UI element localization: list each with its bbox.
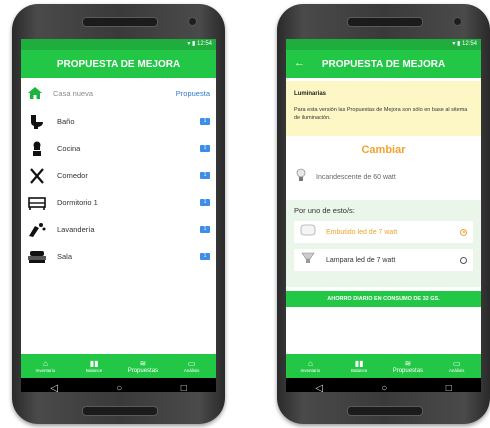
toilet-icon <box>27 114 47 130</box>
bulb-icon <box>296 168 306 187</box>
nav-label: Inventario <box>300 367 321 373</box>
speaker-grille <box>347 406 423 416</box>
count-badge: 1 <box>200 145 210 152</box>
room-name: Comedor <box>57 171 88 180</box>
info-notice: Luminarias Para esta versión las Propues… <box>286 81 481 136</box>
room-item[interactable]: Lavandería 1 <box>21 216 216 243</box>
system-nav-bar: ◁ ○ □ <box>21 378 216 392</box>
nav-propuestas[interactable]: ≋ Propuestas <box>384 354 433 378</box>
nav-label: Propuestas <box>127 367 159 374</box>
room-item[interactable]: Comedor 1 <box>21 162 216 189</box>
option-label: Embutido led de 7 watt <box>326 228 398 236</box>
status-time: 12:54 <box>196 41 212 47</box>
laundry-icon <box>27 222 47 238</box>
room-name: Baño <box>57 117 75 126</box>
radio-unselected[interactable] <box>460 256 467 264</box>
page-title: PROPUESTA DE MEJORA <box>321 58 446 70</box>
room-name: Lavandería <box>57 225 95 234</box>
notice-title: Luminarias <box>294 91 327 97</box>
speaker-grille <box>82 406 158 416</box>
count-badge: 1 <box>200 253 210 260</box>
home-icon: ⌂ <box>307 358 313 368</box>
nav-analisis[interactable]: ▭ Análisis <box>167 354 216 378</box>
count-badge: 1 <box>200 118 210 125</box>
nav-balance[interactable]: ▮▮ Balance <box>335 354 384 378</box>
room-item[interactable]: Baño 1 <box>21 108 216 135</box>
room-name: Cocina <box>57 144 81 153</box>
propuesta-link[interactable]: Propuesta <box>176 89 210 98</box>
layers-icon: ≋ <box>404 358 412 368</box>
replacement-title: Por uno de esto/s: <box>294 206 355 215</box>
screen-left: ▾ ▮ 12:54 PROPUESTA DE MEJORA Casa nueva… <box>21 39 216 392</box>
house-row[interactable]: Casa nueva Propuesta <box>21 78 216 108</box>
current-item: Incandescente de 60 watt <box>286 162 481 192</box>
home-nav-icon[interactable]: ○ <box>381 383 387 393</box>
led-bulb-icon <box>300 251 316 270</box>
count-badge: 1 <box>200 199 210 206</box>
nav-label: Propuestas <box>392 367 424 374</box>
room-name: Sala <box>57 252 73 261</box>
status-bar: ▾ ▮ 12:54 <box>21 39 216 50</box>
home-nav-icon[interactable]: ○ <box>116 383 122 393</box>
chef-icon <box>27 141 47 157</box>
bar-chart-icon: ▮▮ <box>354 358 364 368</box>
app-bar: PROPUESTA DE MEJORA <box>21 50 216 78</box>
change-heading: Cambiar <box>361 144 406 156</box>
app-bar: ← PROPUESTA DE MEJORA <box>286 50 481 78</box>
system-nav-bar: ◁ ○ □ <box>286 378 481 392</box>
room-item[interactable]: Cocina 1 <box>21 135 216 162</box>
nav-label: Análisis <box>448 367 465 373</box>
page-title: PROPUESTA DE MEJORA <box>56 58 181 70</box>
recessed-light-icon <box>300 223 316 241</box>
current-item-label: Incandescente de 60 watt <box>316 173 396 181</box>
nav-label: Inventario <box>35 367 56 373</box>
replacement-box: Por uno de esto/s: Embutido led de 7 wat… <box>286 200 481 287</box>
room-item[interactable]: Sala 1 <box>21 243 216 270</box>
speaker-grille <box>347 17 423 27</box>
option-row[interactable]: Embutido led de 7 watt <box>294 221 473 243</box>
nav-inventario[interactable]: ⌂ Inventario <box>286 354 335 378</box>
count-badge: 1 <box>200 226 210 233</box>
front-camera <box>188 17 197 26</box>
screen-right: ▾ ▮ 12:54 ← PROPUESTA DE MEJORA Luminari… <box>286 39 481 392</box>
speaker-grille <box>82 17 158 27</box>
back-nav-icon[interactable]: ◁ <box>315 383 323 393</box>
nav-label: Balance <box>350 367 368 373</box>
clipboard-icon: ▭ <box>187 358 196 368</box>
nav-label: Balance <box>85 367 103 373</box>
recents-nav-icon[interactable]: □ <box>181 383 187 393</box>
nav-analisis[interactable]: ▭ Análisis <box>432 354 481 378</box>
nav-inventario[interactable]: ⌂ Inventario <box>21 354 70 378</box>
phone-left: ▾ ▮ 12:54 PROPUESTA DE MEJORA Casa nueva… <box>12 4 225 424</box>
option-row[interactable]: Lampara led de 7 watt <box>294 249 473 271</box>
back-arrow-icon[interactable]: ← <box>294 57 305 69</box>
bed-icon <box>27 195 47 211</box>
count-badge: 1 <box>200 172 210 179</box>
back-nav-icon[interactable]: ◁ <box>50 383 58 393</box>
room-name: Dormitorio 1 <box>57 198 98 207</box>
bottom-nav: ⌂ Inventario ▮▮ Balance ≋ Propuestas ▭ A… <box>21 354 216 378</box>
option-label: Lampara led de 7 watt <box>326 256 396 264</box>
sofa-icon <box>27 249 47 265</box>
home-icon: ⌂ <box>42 358 48 368</box>
nav-balance[interactable]: ▮▮ Balance <box>70 354 119 378</box>
recents-nav-icon[interactable]: □ <box>446 383 452 393</box>
cutlery-icon <box>27 167 47 184</box>
room-item[interactable]: Dormitorio 1 1 <box>21 189 216 216</box>
status-bar: ▾ ▮ 12:54 <box>286 39 481 50</box>
clipboard-icon: ▭ <box>452 358 461 368</box>
status-time: 12:54 <box>461 41 477 47</box>
notice-body: Para esta versión las Propuestas de Mejo… <box>294 107 468 121</box>
house-name: Casa nueva <box>53 88 94 98</box>
layers-icon: ≋ <box>139 358 147 368</box>
front-camera <box>453 17 462 26</box>
nav-label: Análisis <box>183 367 200 373</box>
home-icon <box>27 86 43 100</box>
nav-propuestas[interactable]: ≋ Propuestas <box>119 354 168 378</box>
savings-banner: AHORRO DIARIO EN CONSUMO DE 32 GS. <box>286 291 481 307</box>
bottom-nav: ⌂ Inventario ▮▮ Balance ≋ Propuestas ▭ A… <box>286 354 481 378</box>
phone-right: ▾ ▮ 12:54 ← PROPUESTA DE MEJORA Luminari… <box>277 4 490 424</box>
bar-chart-icon: ▮▮ <box>89 358 99 368</box>
radio-selected[interactable] <box>460 228 467 236</box>
